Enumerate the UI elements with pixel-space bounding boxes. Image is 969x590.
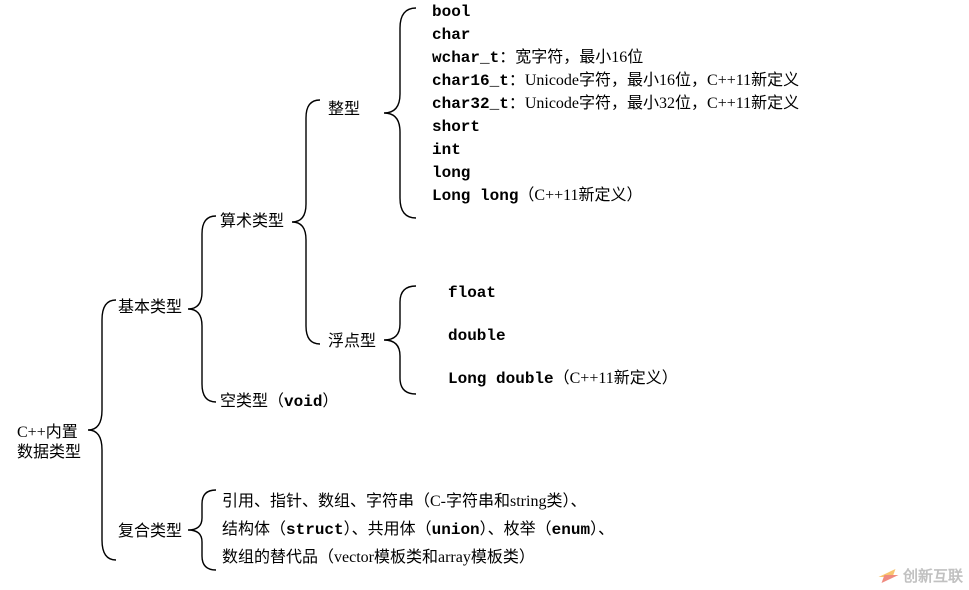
short-kw: short xyxy=(432,118,480,136)
bool-kw: bool xyxy=(432,3,470,21)
int-char32: char32_t：Unicode字符，最小32位，C++11新定义 xyxy=(432,94,799,114)
char16-desc: ：Unicode字符，最小16位，C++11新定义 xyxy=(509,72,799,89)
int-kw: int xyxy=(432,141,461,159)
int-wchar: wchar_t：宽字符，最小16位 xyxy=(432,48,643,68)
watermark: 创新互联 xyxy=(879,565,963,586)
longdouble-desc: （C++11新定义） xyxy=(554,370,678,387)
root-line2: 数据类型 xyxy=(17,444,81,461)
brace-arith xyxy=(292,100,322,344)
basic-label: 基本类型 xyxy=(118,298,182,318)
float-longdouble: Long double（C++11新定义） xyxy=(448,369,678,389)
cl2c: ）、枚举（ xyxy=(480,521,552,538)
watermark-text: 创新互联 xyxy=(903,565,963,586)
long-kw: long xyxy=(432,164,470,182)
int-bool: bool xyxy=(432,2,470,22)
int-long: long xyxy=(432,163,470,183)
root-line1: C++内置 xyxy=(17,424,78,441)
union-kw: union xyxy=(432,521,480,539)
wchar-desc: ：宽字符，最小16位 xyxy=(499,49,643,66)
int-short: short xyxy=(432,117,480,137)
char16-kw: char16_t xyxy=(432,72,509,90)
void-prefix: 空类型（ xyxy=(220,393,284,410)
int-longlong: Long long（C++11新定义） xyxy=(432,186,643,206)
root-label: C++内置 数据类型 xyxy=(17,423,81,463)
float-float: float xyxy=(448,283,496,303)
longdouble-kw: Long double xyxy=(448,370,554,388)
compound-line3-text: 数组的替代品（vector模板类和array模板类） xyxy=(222,549,535,566)
compound-line1-text: 引用、指针、数组、字符串（C-字符串和string类）、 xyxy=(222,493,586,510)
watermark-logo-icon xyxy=(879,567,897,585)
char32-kw: char32_t xyxy=(432,95,509,113)
compound-label: 复合类型 xyxy=(118,522,182,542)
int-char16: char16_t：Unicode字符，最小16位，C++11新定义 xyxy=(432,71,799,91)
int-int: int xyxy=(432,140,461,160)
longlong-kw: Long long xyxy=(432,187,518,205)
wchar-kw: wchar_t xyxy=(432,49,499,67)
int-label: 整型 xyxy=(328,100,360,120)
void-suffix: ） xyxy=(322,393,338,410)
int-char: char xyxy=(432,25,470,45)
float-double: double xyxy=(448,326,506,346)
compound-line3: 数组的替代品（vector模板类和array模板类） xyxy=(222,548,535,568)
brace-int xyxy=(384,8,418,218)
arith-label: 算术类型 xyxy=(220,212,284,232)
brace-root xyxy=(88,300,118,560)
compound-label-text: 复合类型 xyxy=(118,523,182,540)
double-kw: double xyxy=(448,327,506,345)
char32-desc: ：Unicode字符，最小32位，C++11新定义 xyxy=(509,95,799,112)
float-label-text: 浮点型 xyxy=(328,333,376,350)
brace-basic xyxy=(188,216,218,402)
float-label: 浮点型 xyxy=(328,332,376,352)
cl2d: ）、 xyxy=(590,521,614,538)
brace-compound xyxy=(188,490,218,570)
char-kw: char xyxy=(432,26,470,44)
cl2b: ）、共用体（ xyxy=(344,521,432,538)
brace-float xyxy=(384,286,418,394)
int-label-text: 整型 xyxy=(328,101,360,118)
basic-label-text: 基本类型 xyxy=(118,299,182,316)
compound-line1: 引用、指针、数组、字符串（C-字符串和string类）、 xyxy=(222,492,586,512)
void-kw: void xyxy=(284,393,322,411)
float-kw: float xyxy=(448,284,496,302)
compound-line2: 结构体（struct）、共用体（union）、枚举（enum）、 xyxy=(222,520,614,540)
cl2a: 结构体（ xyxy=(222,521,286,538)
arith-label-text: 算术类型 xyxy=(220,213,284,230)
longlong-desc: （C++11新定义） xyxy=(518,187,642,204)
enum-kw: enum xyxy=(552,521,590,539)
struct-kw: struct xyxy=(286,521,344,539)
void-type: 空类型（void） xyxy=(220,392,338,412)
